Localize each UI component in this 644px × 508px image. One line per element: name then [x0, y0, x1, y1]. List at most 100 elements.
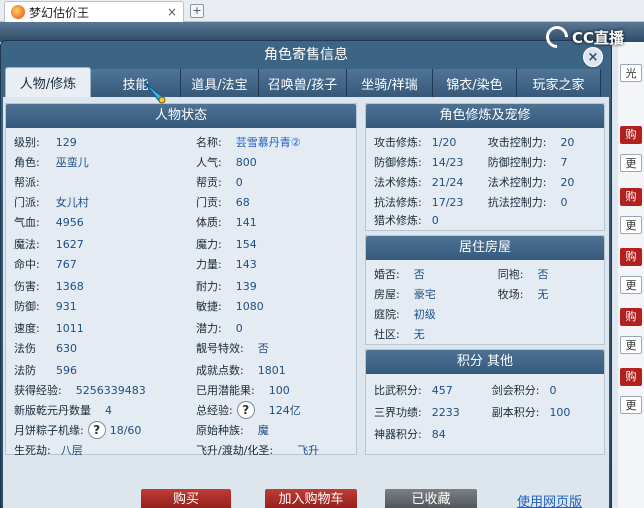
tab-items-treasures[interactable]: 道具/法宝	[181, 69, 259, 97]
cultivation-panel: 角色修炼及宠修 攻击修炼: 1/20 攻击控制力: 20 防御修炼: 14/23 防御控制…	[365, 103, 605, 231]
background-more-button[interactable]: 更	[620, 336, 642, 354]
tab-player-home[interactable]: 玩家之家	[517, 69, 601, 97]
background-more-button[interactable]: 更	[620, 396, 642, 414]
stat-label: 靓号特效:	[196, 342, 244, 355]
cultivation-row: 猎术修炼: 0	[374, 210, 439, 230]
stat-value: 1080	[235, 299, 264, 313]
background-more-button[interactable]: 更	[620, 154, 642, 172]
use-web-version-link[interactable]: 使用网页版	[517, 491, 582, 508]
stat-label: 敏捷:	[196, 300, 222, 313]
stat-label: 潜力:	[196, 322, 222, 335]
stat-label: 飞升/渡劫/化圣:	[196, 444, 274, 457]
stat-value: 女儿村	[55, 196, 89, 209]
control-label: 抗法控制力:	[487, 196, 547, 209]
stat-value: 931	[55, 299, 77, 313]
control-label: 防御控制力:	[487, 156, 547, 169]
stat-label: 名称:	[196, 136, 222, 149]
stat-label: 级别:	[14, 136, 40, 149]
stat-value: 1368	[55, 279, 84, 293]
add-to-cart-button[interactable]: 加入购物车	[265, 489, 357, 508]
background-buy-button[interactable]: 购	[620, 368, 642, 386]
residence-row: 社区: 无	[374, 324, 425, 344]
stat-row: 级别: 129	[14, 132, 77, 152]
dialog-content: 人物状态 级别: 129 角色: 巫蛮儿 帮派: 门派: 女儿村 气血: 4956 魔法…	[3, 97, 609, 508]
cultivation-header: 角色修炼及宠修	[366, 104, 604, 128]
cultivation-label: 防御修炼:	[374, 156, 422, 169]
background-tab-light[interactable]: 光	[620, 64, 642, 82]
stat-label: 成就点数:	[196, 364, 244, 377]
browser-tab[interactable]: 梦幻估价王 ×	[4, 1, 184, 22]
stat-value: 154	[235, 237, 257, 251]
stat-value: 100	[268, 383, 290, 397]
stat-label: 魔法:	[14, 238, 40, 251]
tab-character-cultivation[interactable]: 人物/修炼	[5, 67, 91, 97]
stat-row: 气血: 4956	[14, 212, 84, 232]
stat-row: 法伤 630	[14, 338, 77, 358]
cultivation-row: 防御修炼: 14/23 防御控制力: 7	[374, 152, 567, 172]
stat-row: 伤害: 1368	[14, 276, 84, 296]
stat-label: 门贡:	[196, 196, 222, 209]
tab-pets-children[interactable]: 召唤兽/孩子	[259, 69, 347, 97]
residence-row: 庭院: 初级	[374, 304, 436, 324]
stat-label: 魔力:	[196, 238, 222, 251]
stat-label: 帮派:	[14, 176, 40, 189]
new-tab-button[interactable]: +	[190, 4, 204, 18]
residence-label: 房屋:	[374, 288, 400, 301]
stat-row: 魔力: 154	[196, 234, 257, 254]
stat-label: 伤害:	[14, 280, 40, 293]
background-more-button[interactable]: 更	[620, 276, 642, 294]
favorited-button[interactable]: 已收藏	[385, 489, 477, 508]
residence-value: 无	[413, 328, 425, 341]
stat-label: 速度:	[14, 322, 40, 335]
stat-row: 已用潜能果: 100	[196, 380, 290, 400]
stat-value: 18/60	[109, 423, 142, 437]
stat-row: 力量: 143	[196, 254, 257, 274]
stat-row: 靓号特效: 否	[196, 338, 269, 358]
score-value: 0	[549, 383, 557, 397]
cultivation-value: 0	[431, 213, 439, 227]
role-consignment-dialog: 角色寄售信息 × 人物/修炼 技能 道具/法宝 召唤兽/孩子 坐骑/祥瑞 锦衣/…	[0, 40, 612, 508]
residence-value: 无	[537, 288, 549, 301]
background-more-button[interactable]: 更	[620, 216, 642, 234]
background-buy-button[interactable]: 购	[620, 126, 642, 144]
watermark-text: CC直播	[571, 28, 624, 47]
background-buy-button[interactable]: 购	[620, 188, 642, 206]
cultivation-value: 14/23	[431, 155, 464, 169]
tab-outfits-dye[interactable]: 锦衣/染色	[433, 69, 517, 97]
background-buy-button[interactable]: 购	[620, 308, 642, 326]
stat-value: 596	[56, 363, 77, 377]
tab-mounts[interactable]: 坐骑/祥瑞	[347, 69, 433, 97]
score-value: 2233	[431, 405, 460, 419]
close-tab-icon[interactable]: ×	[167, 5, 177, 19]
stat-row: 魔法: 1627	[14, 234, 84, 254]
stat-value: 5256339483	[75, 383, 146, 397]
control-label: 法术控制力:	[487, 176, 547, 189]
dialog-close-button[interactable]: ×	[583, 47, 603, 67]
stat-row: 耐力: 139	[196, 276, 257, 296]
stat-value: 800	[235, 155, 257, 169]
help-icon[interactable]: ?	[87, 421, 106, 439]
stat-row: 防御: 931	[14, 296, 77, 316]
stat-label: 力量:	[196, 258, 222, 271]
help-icon[interactable]: ?	[236, 401, 255, 419]
stat-value: 141	[235, 215, 257, 229]
residence-label: 庭院:	[374, 308, 400, 321]
stat-row: 成就点数: 1801	[196, 360, 286, 380]
dialog-title: 角色寄售信息	[264, 47, 348, 63]
cultivation-row: 抗法修炼: 17/23 抗法控制力: 0	[374, 192, 567, 212]
buy-button[interactable]: 购买	[141, 489, 231, 508]
stat-row: 帮派:	[14, 172, 56, 192]
score-value: 457	[431, 383, 453, 397]
stat-row: 体质: 141	[196, 212, 257, 232]
control-value: 20	[560, 135, 575, 149]
stat-value: 1627	[55, 237, 84, 251]
stat-label: 命中:	[14, 258, 40, 271]
score-value: 84	[431, 427, 446, 441]
stat-label: 月饼粽子机缘:	[14, 424, 84, 437]
residence-value: 否	[537, 268, 549, 281]
stat-row: 获得经验: 5256339483	[14, 380, 146, 400]
stat-value: 767	[55, 257, 77, 271]
score-row: 比武积分: 457 剑会积分: 0	[374, 380, 556, 400]
cultivation-value: 1/20	[431, 135, 457, 149]
background-buy-button[interactable]: 购	[620, 248, 642, 266]
